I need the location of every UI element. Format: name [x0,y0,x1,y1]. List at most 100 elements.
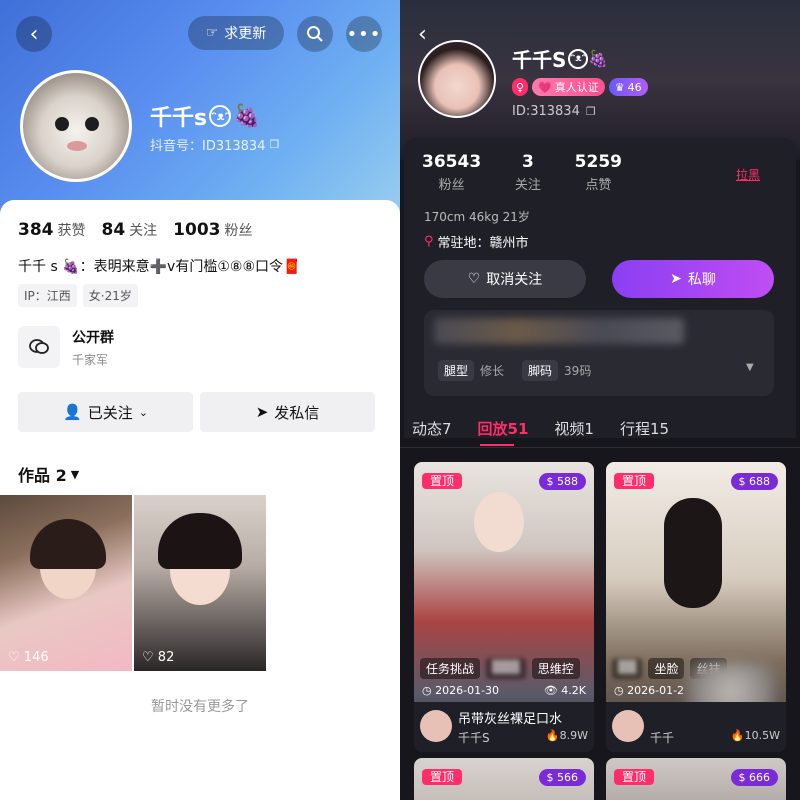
copy-icon[interactable]: ❐ [269,138,279,151]
more-button[interactable]: ••• [346,16,382,52]
pinned-badge: 置顶 [422,769,463,785]
copy-icon[interactable]: ❐ [586,105,596,118]
coin-icon: $ [738,771,746,784]
send-message-label: 发私信 [274,403,320,422]
heart-outline-icon: ♡ [467,271,481,287]
coin-badge: $ 666 [730,769,778,786]
fans-stat[interactable]: 36543 粉丝 [422,152,481,193]
attributes-panel: 腿型 修长 脚码 39码 ▼ [424,310,774,396]
card-heat: 10.5W [744,729,780,742]
avatar[interactable] [418,40,496,118]
works-tab[interactable]: 作品 2 ▼ [18,462,79,486]
thumbnail-likes: ♡ 82 [142,650,174,665]
back-button[interactable]: ‹ [418,22,427,47]
card-heat: 8.9W [559,729,588,742]
coin-value: 588 [557,475,578,488]
avatar[interactable] [20,70,132,182]
card-meta: ◷ 2026-01-2 [614,684,684,697]
fans-label[interactable]: 粉丝 [225,220,253,240]
followed-button[interactable]: 👤 已关注 ⌄ [18,392,193,432]
replay-card-4[interactable]: 置顶 $ 666 [606,758,786,800]
location-text: 常驻地：赣州市 [437,236,529,251]
replay-card-3[interactable]: 置顶 $ 566 [414,758,594,800]
block-link[interactable]: 拉黑 [736,166,760,183]
likes-label: 点赞 [585,178,612,193]
coin-icon: $ [738,475,746,488]
replay-card-1[interactable]: 置顶 $ 588 任务挑战 ▒▒▒ 思维控 ◷ 2026-01-30 👁 4.2… [414,462,594,752]
public-group-entry[interactable]: 公开群 千家军 [18,324,378,370]
verified-label: 真人认证 [554,81,599,94]
send-message-button[interactable]: ➤ 发私信 [200,392,375,432]
request-update-button[interactable]: ☞ 求更新 [188,16,284,50]
level-badge: ♛ 46 [608,78,648,96]
coin-icon: $ [546,771,554,784]
hand-pointer-icon: ☞ [205,25,219,41]
back-button[interactable]: ‹ [16,16,52,52]
coin-value: 666 [749,771,770,784]
search-button[interactable] [297,16,333,52]
location-pin-icon: ⚲ [424,234,434,249]
replay-card-2[interactable]: 置顶 $ 688 ▒▒ 坐脸 丝袜 ◷ 2026-01-2 千千 🔥10.5W [606,462,786,752]
coin-value: 688 [749,475,770,488]
profile-info-card: 36543 粉丝 3 关注 5259 点赞 拉黑 170cm 46kg 21岁 ⚲ 常… [404,138,796,438]
coin-badge: $ 588 [538,473,586,490]
ip-tag: IP：江西 [18,284,77,307]
grape-emoji: 🍇 [233,103,261,129]
heart-icon: ♡ [8,650,20,665]
card-date: 2026-01-2 [627,684,685,697]
right-profile-screen: ‹ 千千S ᵔᴥᵔ 🍇 ♀ 💗 真人认证 ♛ 46 ID:313834 ❐ 3654… [400,0,800,800]
author-avatar [612,710,644,742]
card-tag: 思维控 [531,658,580,679]
likes-count: 384 [18,220,54,240]
heart-icon: ♡ [142,650,154,665]
badges-row: ♀ 💗 真人认证 ♛ 46 [512,78,652,96]
request-update-label: 求更新 [224,26,267,42]
pinned-badge: 置顶 [614,769,655,785]
bio-text: 千千 s 🍇：表明来意➕v有门槛①⑧⑧口令🧧 [18,259,301,275]
profile-name: 千千s [150,106,208,131]
tab-videos[interactable]: 视频1 [554,418,594,439]
body-info: 170cm 46kg 21岁 [424,210,530,224]
stats-row: 36543 粉丝 3 关注 5259 点赞 [422,152,622,193]
blurred-text [434,318,684,344]
more-dots-icon: ••• [346,23,382,45]
no-more-text: 暂时没有更多了 [151,699,249,715]
pinned-badge: 置顶 [422,473,463,489]
crown-icon: ♛ [614,80,625,94]
verified-badge: 💗 真人认证 [532,78,605,96]
left-profile-screen: ‹ ☞ 求更新 ••• 千千s ᵔᴥᵔ 🍇 抖音号：ID313834 ❐ 384… [0,0,400,800]
private-chat-button[interactable]: ➤ 私聊 [612,260,774,298]
following-label[interactable]: 关注 [129,220,157,240]
chevron-left-icon: ‹ [418,22,427,47]
tab-replays[interactable]: 回放51 [478,418,529,439]
panda-face-icon: ᵔᴥᵔ [209,105,232,127]
clock-icon: ◷ [614,684,624,697]
blurred-tag: ▒▒ [612,658,643,679]
fire-icon: 🔥 [545,729,560,742]
fans-count[interactable]: 1003 [173,220,220,240]
tabs-divider [400,447,800,448]
douyin-id: 抖音号：ID313834 [150,139,266,154]
attr-key: 脚码 [522,360,559,381]
unfollow-button[interactable]: ♡ 取消关注 [424,260,586,298]
profile-card: 384 获赞 84 关注 1003 粉丝 千千 s 🍇：表明来意➕v有门槛①⑧⑧… [0,200,400,800]
chevron-left-icon: ‹ [29,21,39,47]
user-check-icon: 👤 [63,403,82,421]
card-author: 千千S [458,731,490,745]
chevron-down-icon: ⌄ [138,405,148,419]
tab-schedule[interactable]: 行程15 [620,418,669,439]
work-thumbnail-1[interactable]: ♡ 146 [0,495,132,671]
caret-down-icon[interactable]: ▼ [746,362,754,373]
grape-emoji: 🍇 [588,49,609,68]
coin-badge: $ 566 [538,769,586,786]
gender-age-tag: 女·21岁 [82,284,138,307]
following-count[interactable]: 84 [102,220,126,240]
tab-moments[interactable]: 动态7 [412,418,452,439]
likes-count: 5259 [574,152,622,172]
likes-stat: 5259 点赞 [575,152,622,193]
work-thumbnail-2[interactable]: ♡ 82 [134,495,266,671]
following-stat[interactable]: 3 关注 [515,152,541,193]
attr-key: 腿型 [438,360,475,381]
following-count: 3 [521,152,534,172]
followed-label: 已关注 [87,403,133,422]
